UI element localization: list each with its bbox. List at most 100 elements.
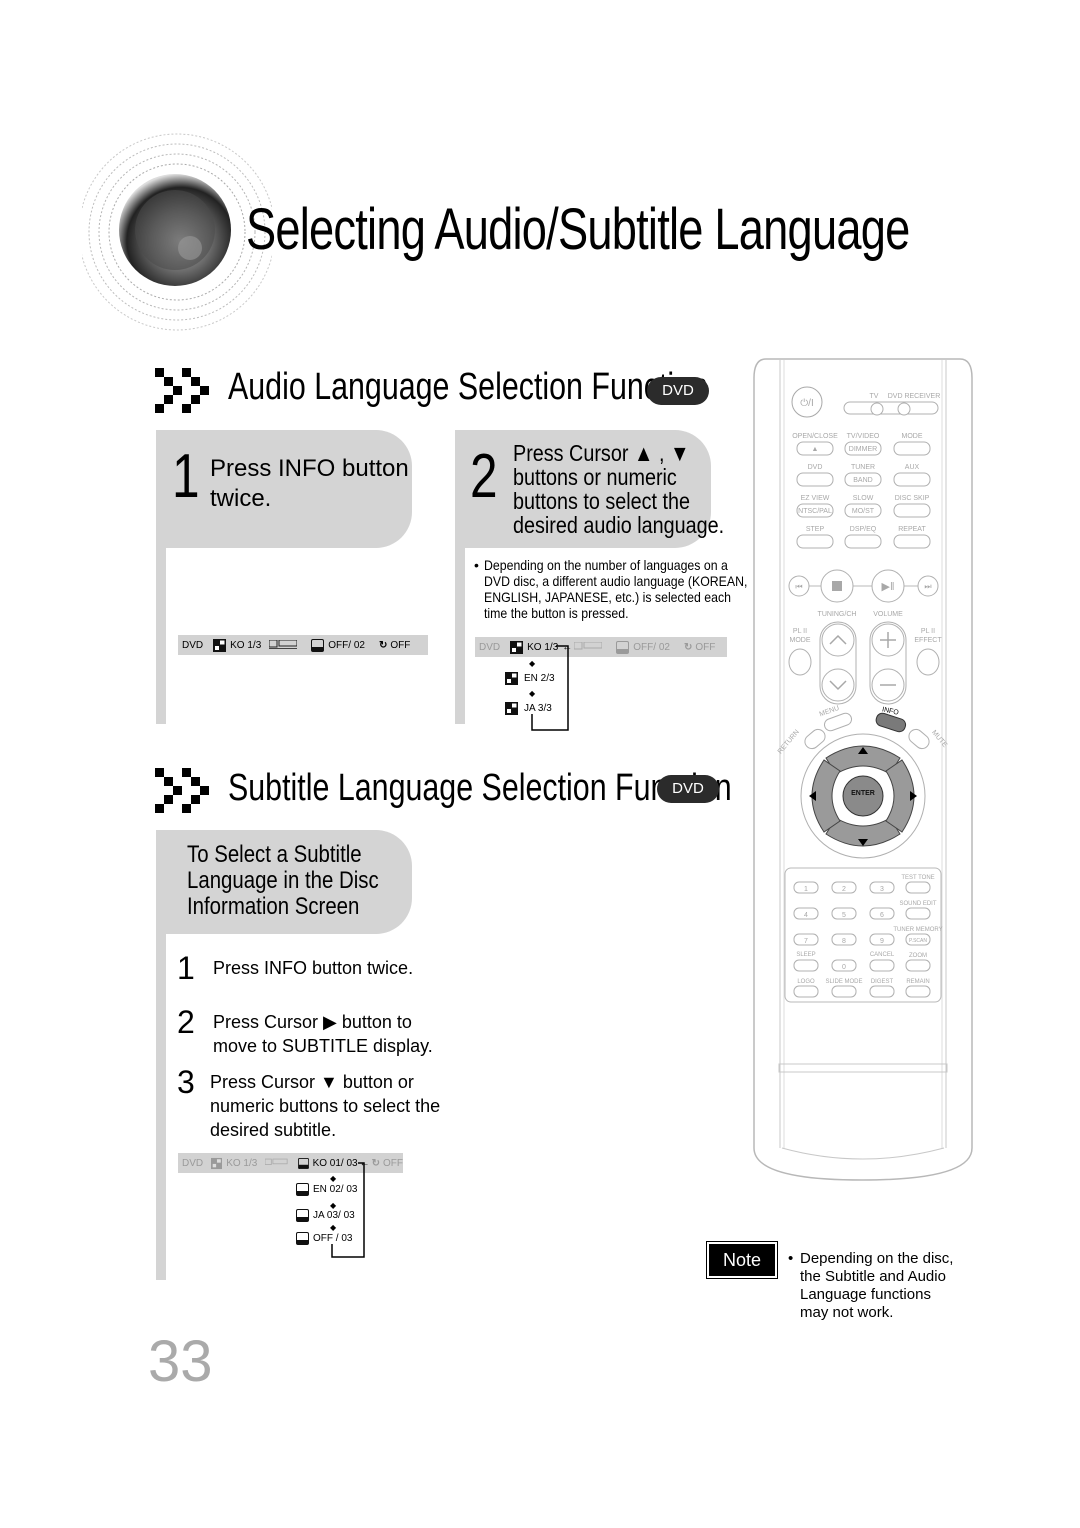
note-text: Depending on the disc, the Subtitle and … <box>800 1250 953 1322</box>
remote-sublabel: MO/ST <box>852 508 875 515</box>
pl-effect-button[interactable] <box>916 648 940 676</box>
remote-button-repeat[interactable] <box>893 534 931 549</box>
remote-label: CANCEL <box>870 952 895 958</box>
remote-button-dvd[interactable] <box>796 472 834 487</box>
remote-button[interactable] <box>869 985 895 998</box>
remote-sublabel: P.SCAN <box>909 938 927 944</box>
pl-mode-label: MODE <box>790 637 811 644</box>
text-line: ENGLISH, JAPANESE, etc.) is selected eac… <box>484 589 731 605</box>
remote-sublabel: DIMMER <box>849 446 877 453</box>
remote-sublabel: BAND <box>853 477 872 484</box>
subtitle-panel-text: To Select a Subtitle Language in the Dis… <box>187 842 379 920</box>
osd-info-bar: DVD KO 1/3 OFF/ 02 ↻ OFF <box>178 635 428 655</box>
remote-button[interactable] <box>869 959 895 972</box>
note-label: Note <box>706 1241 778 1279</box>
loop-connector <box>331 1162 365 1258</box>
tuning-up-button[interactable] <box>821 623 855 657</box>
text-line: time the button is pressed. <box>484 605 629 621</box>
remote-side-button[interactable] <box>905 985 931 998</box>
remote-label: OPEN/CLOSE <box>792 433 838 440</box>
tuning-down-button[interactable] <box>821 668 855 702</box>
section-arrows-icon <box>155 368 209 413</box>
text-line: Depending on the number of languages on … <box>484 557 728 573</box>
subtitle-step2-text: Press Cursor ▶ button to move to SUBTITL… <box>213 1010 433 1058</box>
text-line: move to SUBTITLE display. <box>213 1036 433 1056</box>
audio-step2-text: Press Cursor ▲ , ▼ buttons or numeric bu… <box>513 441 724 537</box>
remote-sublabel: NTSC/PAL <box>798 508 832 515</box>
audio-language-icon <box>510 640 524 654</box>
tv-mode-button[interactable] <box>870 402 884 416</box>
subtitle-icon <box>296 1183 309 1196</box>
subtitle-icon <box>297 1157 309 1169</box>
power-button[interactable]: ⏻/I <box>791 386 823 418</box>
remote-button[interactable] <box>793 959 819 972</box>
text-line: Press Cursor ▲ , ▼ <box>513 440 690 466</box>
text-line: numeric buttons to select the <box>210 1096 441 1116</box>
keypad-label: 2 <box>842 886 846 893</box>
osd-source: DVD <box>182 639 204 651</box>
page-title: Selecting Audio/Subtitle Language <box>246 197 910 262</box>
remote-label: REPEAT <box>898 526 926 533</box>
repeat-icon: ↻ <box>378 639 388 651</box>
subtitle-icon <box>616 640 630 654</box>
pl-mode-button[interactable] <box>788 648 812 676</box>
pl-effect-label: PL II <box>921 628 935 635</box>
audio-bullet-text: Depending on the number of languages on … <box>484 557 747 621</box>
remote-label: TUNER <box>851 464 875 471</box>
remote-label: STEP <box>806 526 825 533</box>
keypad-label: 7 <box>804 938 808 945</box>
tv-label: TV <box>870 393 879 400</box>
osd-repeat: OFF <box>695 641 716 653</box>
keypad-label: 6 <box>880 912 884 919</box>
remote-label: SLOW <box>853 495 874 502</box>
subtitle-icon <box>296 1209 309 1222</box>
remote-button-aux[interactable] <box>893 472 931 487</box>
remote-side-button[interactable] <box>905 959 931 972</box>
text-line: Press Cursor ▶ button to <box>213 1012 412 1032</box>
pl-mode-label: PL II <box>793 628 807 635</box>
remote-label: ZOOM <box>909 953 927 959</box>
remote-button-dsp-eq[interactable] <box>844 534 882 549</box>
dvd-badge: DVD <box>647 377 709 405</box>
keypad-label: 0 <box>842 964 846 971</box>
remote-button[interactable] <box>831 985 857 998</box>
text-line: buttons to select the <box>513 488 691 514</box>
remote-label: TEST TONE <box>901 875 934 881</box>
text-line: desired subtitle. <box>210 1120 337 1140</box>
subtitle-icon <box>296 1232 309 1245</box>
keypad-label: 8 <box>842 938 846 945</box>
remote-button-disc-skip[interactable] <box>893 503 931 518</box>
remote-label: SLIDE MODE <box>825 979 862 985</box>
keypad-label: 1 <box>804 886 808 893</box>
text-line: DVD disc, a different audio language (KO… <box>484 573 748 589</box>
step-number: 1 <box>172 442 200 511</box>
remote-button-mode[interactable] <box>893 441 931 456</box>
remote-label: DISC SKIP <box>895 495 930 502</box>
osd-source: DVD <box>479 641 501 653</box>
remote-label: MODE <box>902 433 923 440</box>
osd-audio: KO 1/3 <box>226 1157 258 1169</box>
audio-section-title: Audio Language Selection Function <box>228 366 709 408</box>
text-line: Information Screen <box>187 893 360 920</box>
text-line: buttons or numeric <box>513 464 677 490</box>
text-line: twice. <box>210 485 272 512</box>
keypad-label: 4 <box>804 912 808 919</box>
text-line: desired audio language. <box>513 512 725 538</box>
text-line: Depending on the disc, <box>800 1250 954 1267</box>
subtitle-step1-text: Press INFO button twice. <box>213 958 414 978</box>
panel-rail <box>156 934 166 1280</box>
remote-sublabel: ▲ <box>812 446 819 453</box>
skip-forward-icon: ⏭ <box>924 582 931 591</box>
remote-control-illustration: ⏻/I TV DVD RECEIVER OPEN/CLOSE ▲ TV/VIDEO D… <box>753 358 973 1181</box>
remote-side-button[interactable] <box>905 907 931 920</box>
keypad-label: 9 <box>880 938 884 945</box>
keypad-label: 5 <box>842 912 846 919</box>
receiver-mode-button[interactable] <box>897 402 911 416</box>
remote-side-button[interactable] <box>905 881 931 894</box>
enter-label: ENTER <box>851 790 875 797</box>
loop-connector <box>531 645 569 731</box>
audio-language-icon <box>211 1157 223 1169</box>
remote-button[interactable] <box>793 985 819 998</box>
skip-back-icon: ⏮ <box>795 582 802 591</box>
remote-button-step[interactable] <box>796 534 834 549</box>
